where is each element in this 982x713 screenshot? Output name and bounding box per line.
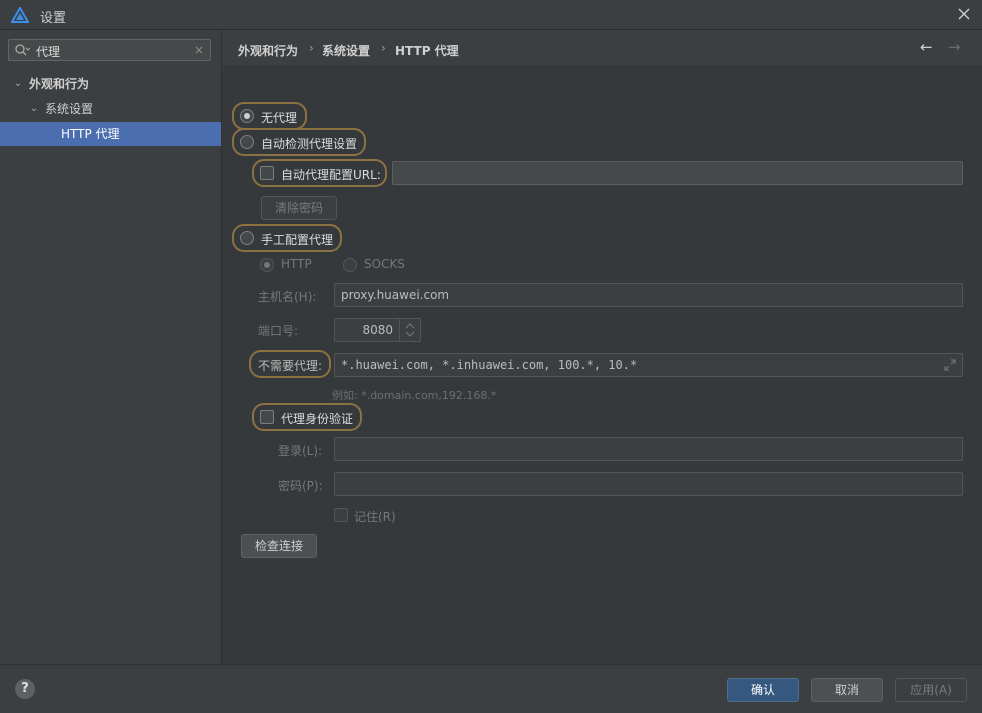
http-label: HTTP [281,257,312,271]
port-field[interactable]: 8080 [334,318,421,342]
ok-button[interactable]: 确认 [727,678,799,702]
chevron-down-icon[interactable]: ⌄ [12,72,24,96]
expand-icon[interactable] [944,359,956,371]
harmony-deveco-logo-icon [11,7,29,23]
check-connection-button[interactable]: 检查连接 [241,534,317,558]
help-icon[interactable]: ? [15,679,35,699]
proxy-settings-panel: 无代理 自动检测代理设置 自动代理配置URL: 清除密码 手工配置代理 HTTP… [222,67,982,664]
manual-proxy-radio[interactable] [240,231,254,245]
no-proxy-label: 无代理 [261,111,298,125]
close-icon[interactable] [954,4,974,24]
login-label: 登录(L): [278,444,323,458]
proxy-auth-label: 代理身份验证 [281,412,354,426]
search-input[interactable]: 代理 × [8,39,211,61]
tree-item-appearance-behavior[interactable]: ⌄ 外观和行为 [0,72,221,96]
http-radio[interactable] [260,258,274,272]
no-proxy-radio[interactable] [240,109,254,123]
forward-arrow-icon[interactable]: → [948,38,961,56]
socks-radio[interactable] [343,258,357,272]
dialog-footer: ? 确认 取消 应用(A) [0,664,982,713]
remember-label: 记住(R) [354,510,396,524]
auto-detect-radio[interactable] [240,135,254,149]
host-field[interactable]: proxy.huawei.com [334,283,963,307]
auto-detect-label: 自动检测代理设置 [261,137,358,151]
tree-item-system-settings[interactable]: ⌄ 系统设置 [0,97,221,121]
breadcrumb: 外观和行为 › 系统设置 › HTTP 代理 ← → [222,30,982,67]
search-icon [15,44,30,56]
port-label: 端口号: [258,324,299,338]
example-hint: 例如: *.domain.com,192.168.* [332,389,497,402]
breadcrumb-item-current: HTTP 代理 [395,44,459,58]
breadcrumb-separator: › [309,41,314,55]
clear-password-button[interactable]: 清除密码 [261,196,337,220]
remember-checkbox[interactable] [334,508,348,522]
back-arrow-icon[interactable]: ← [920,38,933,56]
host-label: 主机名(H): [258,290,317,304]
auto-proxy-url-field[interactable] [392,161,963,185]
login-field[interactable] [334,437,963,461]
window-title: 设置 [40,11,67,26]
chevron-down-icon[interactable]: ⌄ [28,97,40,121]
clear-icon[interactable]: × [194,43,204,57]
port-stepper[interactable] [399,319,420,341]
cancel-button[interactable]: 取消 [811,678,883,702]
apply-button[interactable]: 应用(A) [895,678,967,702]
password-field[interactable] [334,472,963,496]
proxy-auth-checkbox[interactable] [260,410,274,424]
breadcrumb-item[interactable]: 外观和行为 [238,42,298,59]
stepper-arrows-icon [405,323,415,337]
search-value: 代理 [36,45,61,59]
breadcrumb-item[interactable]: 系统设置 [322,42,370,59]
breadcrumb-separator: › [381,41,386,55]
tree-item-label: 外观和行为 [29,77,90,91]
socks-label: SOCKS [364,257,405,271]
auto-proxy-url-checkbox[interactable] [260,166,274,180]
tree-item-http-proxy[interactable]: HTTP 代理 [0,122,221,146]
settings-sidebar: 代理 × ⌄ 外观和行为 ⌄ 系统设置 HTTP 代理 [0,30,222,664]
tree-item-label: HTTP 代理 [61,127,120,141]
tree-item-label: 系统设置 [45,102,94,116]
password-label: 密码(P): [278,479,323,493]
manual-proxy-label: 手工配置代理 [261,233,334,247]
title-bar: 设置 [0,0,982,30]
settings-content: 外观和行为 › 系统设置 › HTTP 代理 ← → 无代理 自动检测代理设置 … [222,30,982,664]
no-proxy-for-label: 不需要代理: [258,359,323,373]
auto-proxy-url-label: 自动代理配置URL: [281,168,381,182]
no-proxy-for-field[interactable]: *.huawei.com, *.inhuawei.com, 100.*, 10.… [334,353,963,377]
